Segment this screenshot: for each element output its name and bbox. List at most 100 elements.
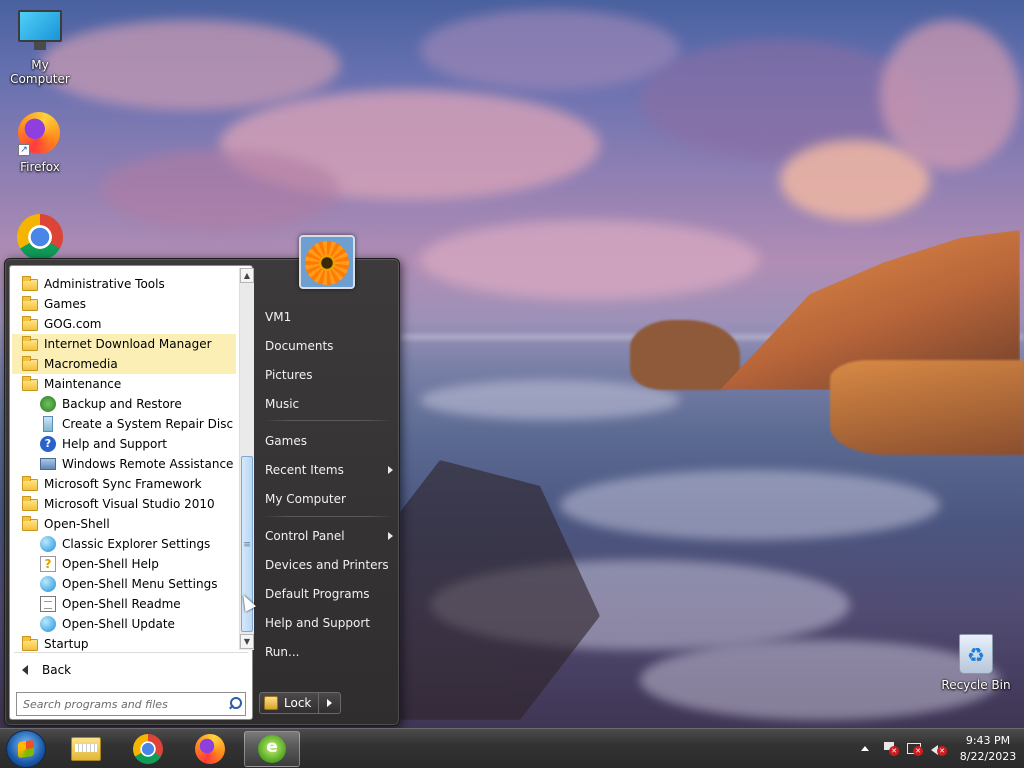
network-icon[interactable] [906, 742, 923, 756]
submenu-arrow-icon [388, 532, 393, 540]
program-item-remote-assistance[interactable]: Windows Remote Assistance [12, 454, 236, 474]
right-item-games[interactable]: Games [261, 429, 395, 453]
desktop-icon-chrome[interactable] [0, 214, 80, 264]
desktop-icon-my-computer[interactable]: My Computer [0, 10, 80, 86]
program-label: Help and Support [62, 437, 167, 451]
program-item-administrative-tools[interactable]: Administrative Tools [12, 274, 236, 294]
document-icon [40, 596, 56, 612]
program-item-classic-explorer-settings[interactable]: Classic Explorer Settings [12, 534, 236, 554]
right-item-default-programs[interactable]: Default Programs [261, 582, 395, 606]
program-item-macromedia[interactable]: Macromedia [12, 354, 236, 374]
right-item-my-computer[interactable]: My Computer [261, 487, 395, 511]
back-button[interactable]: Back [16, 660, 136, 680]
right-item-label: Documents [265, 339, 334, 353]
program-item-help-and-support[interactable]: ? Help and Support [12, 434, 236, 454]
flower-picture-icon [305, 241, 349, 285]
volume-icon[interactable] [930, 742, 947, 756]
shell-icon [40, 536, 56, 552]
taskbar-explorer-button[interactable] [58, 731, 114, 767]
scroll-down-button[interactable]: ▼ [240, 634, 254, 649]
program-item-visual-studio-2010[interactable]: Microsoft Visual Studio 2010 [12, 494, 236, 514]
clock-time: 9:43 PM [965, 734, 1011, 747]
shortcut-arrow-icon: ↗ [18, 144, 30, 156]
search-input[interactable] [17, 694, 225, 714]
program-label: Create a System Repair Disc [62, 417, 234, 431]
folder-icon [22, 496, 38, 511]
clock[interactable]: 9:43 PM 8/22/2023 [956, 733, 1020, 765]
program-label: Open-Shell Menu Settings [62, 577, 218, 591]
program-label: Classic Explorer Settings [62, 537, 211, 551]
desktop-icon-label: Recycle Bin [941, 678, 1011, 692]
firefox-icon [195, 734, 225, 764]
program-item-open-shell[interactable]: Open-Shell [12, 514, 236, 534]
folder-icon [22, 636, 38, 651]
program-item-system-repair-disc[interactable]: Create a System Repair Disc [12, 414, 236, 434]
right-item-help-and-support[interactable]: Help and Support [261, 611, 395, 635]
right-item-label: Help and Support [265, 616, 370, 630]
program-label: GOG.com [44, 317, 102, 331]
right-item-label: Control Panel [265, 529, 345, 543]
folder-icon [22, 356, 38, 371]
lock-label: Lock [284, 696, 312, 710]
search-box[interactable] [16, 692, 246, 716]
program-item-open-shell-menu-settings[interactable]: Open-Shell Menu Settings [12, 574, 236, 594]
program-label: Open-Shell [44, 517, 110, 531]
program-label: Internet Download Manager [44, 337, 212, 351]
program-label: Windows Remote Assistance [62, 457, 234, 471]
repair-disc-icon [43, 416, 53, 432]
folder-icon [22, 316, 38, 331]
right-separator [263, 420, 393, 421]
monitor-icon [18, 10, 62, 54]
program-item-open-shell-readme[interactable]: Open-Shell Readme [12, 594, 236, 614]
program-item-microsoft-sync-framework[interactable]: Microsoft Sync Framework [12, 474, 236, 494]
search-icon[interactable] [225, 694, 245, 714]
desktop-icon-recycle-bin[interactable]: Recycle Bin [936, 634, 1016, 692]
right-item-music[interactable]: Music [261, 392, 395, 416]
folder-icon [22, 476, 38, 491]
right-item-control-panel[interactable]: Control Panel [261, 524, 395, 548]
show-hidden-icons-button[interactable] [861, 746, 869, 751]
right-item-run[interactable]: Run... [261, 640, 395, 664]
program-item-games[interactable]: Games [12, 294, 236, 314]
program-label: Maintenance [44, 377, 122, 391]
right-item-recent-items[interactable]: Recent Items [261, 458, 395, 482]
chrome-icon [133, 734, 163, 764]
desktop-icon-firefox[interactable]: ↗ Firefox [0, 112, 80, 174]
right-item-label: Recent Items [265, 463, 344, 477]
firefox-icon: ↗ [18, 112, 62, 156]
right-item-label: Games [265, 434, 307, 448]
scroll-up-button[interactable]: ▲ [240, 268, 254, 283]
taskbar-idm-button[interactable] [244, 731, 300, 767]
right-item-devices-and-printers[interactable]: Devices and Printers [261, 553, 395, 577]
folder-icon [22, 276, 38, 291]
back-label: Back [42, 663, 72, 677]
right-item-label: Run... [265, 645, 300, 659]
action-center-icon[interactable] [882, 742, 899, 756]
program-item-gog[interactable]: GOG.com [12, 314, 236, 334]
program-item-open-shell-update[interactable]: Open-Shell Update [12, 614, 236, 634]
lock-button[interactable]: Lock [259, 692, 319, 714]
program-item-maintenance[interactable]: Maintenance [12, 374, 236, 394]
user-picture[interactable] [299, 235, 355, 289]
right-item-label: My Computer [265, 492, 346, 506]
right-item-vm1[interactable]: VM1 [261, 305, 395, 329]
download-manager-icon [258, 735, 286, 763]
program-label: Administrative Tools [44, 277, 165, 291]
right-item-label: Default Programs [265, 587, 370, 601]
back-arrow-icon [22, 665, 28, 675]
program-label: Open-Shell Help [62, 557, 159, 571]
right-item-documents[interactable]: Documents [261, 334, 395, 358]
program-item-open-shell-help[interactable]: ? Open-Shell Help [12, 554, 236, 574]
right-item-pictures[interactable]: Pictures [261, 363, 395, 387]
backup-icon [40, 396, 56, 412]
folder-icon [22, 296, 38, 311]
taskbar-firefox-button[interactable] [182, 731, 238, 767]
shutdown-options-button[interactable] [319, 692, 341, 714]
program-item-startup[interactable]: Startup [12, 634, 236, 654]
start-button[interactable] [6, 730, 46, 768]
program-item-internet-download-manager[interactable]: Internet Download Manager [12, 334, 236, 354]
taskbar-chrome-button[interactable] [120, 731, 176, 767]
program-item-backup-and-restore[interactable]: Backup and Restore [12, 394, 236, 414]
recycle-bin-icon [959, 634, 993, 674]
chrome-icon [17, 214, 63, 260]
